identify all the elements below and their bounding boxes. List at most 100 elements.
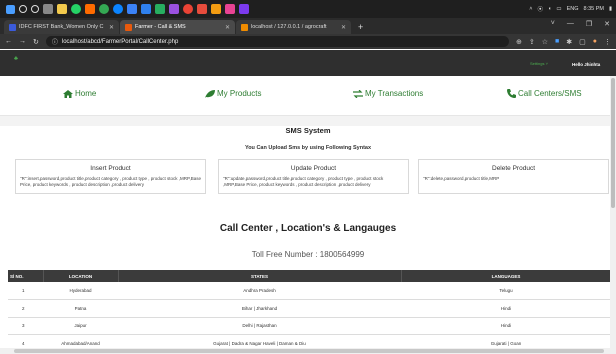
phone-icon xyxy=(507,89,516,98)
file-explorer-icon[interactable] xyxy=(57,4,67,14)
browser-tab[interactable]: IDFC FIRST Bank_Women Only C ✕ xyxy=(4,20,119,34)
app-icon[interactable] xyxy=(211,4,221,14)
cell-states: Andhra Pradesh xyxy=(118,282,401,300)
reload-icon[interactable]: ↻ xyxy=(33,38,39,46)
profile-avatar[interactable]: ● xyxy=(593,38,597,45)
browser-toolbar: ← → ↻ ⓘ localhost/abcd/FarmerPortal/Call… xyxy=(0,34,616,49)
table-row: 1 Hyderabad Andhra Pradesh Telugu xyxy=(8,282,611,300)
cell-sl-no: 2 xyxy=(8,299,43,318)
tab-favicon-icon xyxy=(241,23,248,31)
os-taskbar: ˄ ⦿ ◖ ▭ ENG 8:35 PM ▮ xyxy=(0,0,616,18)
extensions-puzzle-icon[interactable]: ✱ xyxy=(566,38,572,46)
site-info-icon[interactable]: ⓘ xyxy=(52,37,58,46)
exchange-icon xyxy=(353,89,363,98)
cell-location: Hyderabad xyxy=(43,282,118,300)
address-bar[interactable]: ⓘ localhost/abcd/FarmerPortal/CallCenter… xyxy=(45,36,509,47)
vscode-icon[interactable] xyxy=(141,4,151,14)
menu-my-transactions-label: My Transactions xyxy=(365,89,424,98)
insert-product-card: Insert Product "R":insert,password,produ… xyxy=(15,159,206,194)
column-header: STATES xyxy=(118,270,402,282)
table-row: 3 Jaipur Delhi | Rajasthan Hindi xyxy=(8,317,611,335)
app-icon[interactable] xyxy=(155,4,165,14)
chrome-icon[interactable] xyxy=(183,4,193,14)
leaf-logo-icon: ♣ xyxy=(14,56,18,62)
menu-home[interactable]: Home xyxy=(63,89,96,98)
forward-icon[interactable]: → xyxy=(19,38,26,45)
menu-kebab-icon[interactable]: ⋮ xyxy=(604,38,611,46)
call-center-title: Call Center , Location's & Langauges xyxy=(219,223,397,234)
task-view-icon[interactable] xyxy=(31,5,39,13)
tab-title: localhost / 127.0.0.1 / agrocraft xyxy=(251,24,327,30)
home-icon xyxy=(63,89,73,98)
browser-tab-active[interactable]: Farmer - Call & SMS ✕ xyxy=(120,20,235,34)
menu-call-centers-sms-label: Call Centers/SMS xyxy=(518,89,582,98)
bookmark-star-icon[interactable]: ☆ xyxy=(542,38,548,46)
windows-start-icon[interactable] xyxy=(6,4,15,14)
cell-states: Bihar | Jharkhand xyxy=(118,299,401,318)
menu-home-label: Home xyxy=(75,89,97,98)
cell-location: Patna xyxy=(43,299,118,318)
network-icon[interactable]: ⦿ xyxy=(538,5,544,13)
app-icon[interactable] xyxy=(85,4,95,14)
browser-tab[interactable]: localhost / 127.0.0.1 / agrocraft ✕ xyxy=(236,20,351,34)
tab-favicon-icon xyxy=(125,23,132,31)
tab-title: Farmer - Call & SMS xyxy=(135,24,186,30)
section-divider xyxy=(0,116,616,126)
clock[interactable]: 8:35 PM xyxy=(583,6,603,12)
mail-icon[interactable] xyxy=(127,4,137,14)
share-icon[interactable]: ⇪ xyxy=(529,38,535,46)
url-text[interactable]: localhost/abcd/FarmerPortal/CallCenter.p… xyxy=(62,39,178,45)
zoom-icon[interactable]: ⊕ xyxy=(516,38,522,46)
chevron-up-icon[interactable]: ˄ xyxy=(529,6,532,12)
card-title: Update Product xyxy=(290,165,337,172)
widgets-icon[interactable] xyxy=(43,4,53,14)
vertical-scrollbar-thumb[interactable] xyxy=(611,78,615,208)
close-tab-icon[interactable]: ✕ xyxy=(341,24,346,31)
app-header: ♣ Settings ˅ Hello Jhinhta xyxy=(0,50,616,76)
new-tab-button[interactable]: + xyxy=(352,22,369,34)
battery-icon[interactable]: ▭ xyxy=(556,6,561,12)
site-logo[interactable]: ♣ xyxy=(6,56,26,62)
user-greeting: Hello Jhinhta xyxy=(572,62,601,67)
cell-states: Delhi | Rajasthan xyxy=(118,317,401,335)
app-icon[interactable] xyxy=(113,4,123,14)
column-header: LOCATION xyxy=(43,270,119,282)
close-tab-icon[interactable]: ✕ xyxy=(109,24,114,31)
cell-languages: Hindi xyxy=(401,299,611,318)
minimize-icon[interactable]: — xyxy=(567,20,574,28)
card-title: Insert Product xyxy=(90,165,131,172)
notification-icon[interactable]: ▮ xyxy=(609,6,612,12)
search-icon[interactable] xyxy=(19,5,27,13)
table-header-row: Sl NO. LOCATION STATES LANGUAGES xyxy=(8,270,612,282)
extension-icon[interactable]: ■ xyxy=(555,38,559,45)
card-title: Delete Product xyxy=(492,165,535,172)
volume-icon[interactable]: ◖ xyxy=(548,6,551,12)
sms-section-subtitle: You Can Upload Sms by using Following Sy… xyxy=(244,145,372,151)
tab-title: IDFC FIRST Bank_Women Only C xyxy=(19,24,104,30)
card-syntax: "R":delete,password,product title,MRP xyxy=(423,176,500,181)
chrome-icon[interactable] xyxy=(99,4,109,14)
tab-search-icon[interactable]: ˅ xyxy=(551,20,555,28)
maximize-icon[interactable]: ❐ xyxy=(586,20,592,28)
whatsapp-icon[interactable] xyxy=(71,4,81,14)
settings-dropdown[interactable]: Settings ˅ xyxy=(530,61,548,66)
visual-studio-icon[interactable] xyxy=(239,4,249,14)
update-product-card: Update Product "R":update,password,produ… xyxy=(218,159,409,194)
sms-section-title: SMS System xyxy=(285,126,331,135)
app-icon[interactable] xyxy=(169,4,179,14)
app-icon[interactable] xyxy=(225,4,235,14)
horizontal-scrollbar-thumb[interactable] xyxy=(14,349,604,353)
cell-languages: Hindi xyxy=(401,317,611,335)
menu-call-centers-sms[interactable]: Call Centers/SMS xyxy=(507,89,582,98)
back-icon[interactable]: ← xyxy=(5,38,12,45)
side-panel-icon[interactable]: ▢ xyxy=(579,38,586,46)
menu-my-products[interactable]: My Products xyxy=(205,89,261,98)
browser-tab-strip: IDFC FIRST Bank_Women Only C ✕ Farmer - … xyxy=(0,18,616,34)
close-tab-icon[interactable]: ✕ xyxy=(225,24,230,31)
language-indicator[interactable]: ENG xyxy=(567,6,579,12)
close-window-icon[interactable]: ✕ xyxy=(604,20,610,28)
delete-product-card: Delete Product "R":delete,password,produ… xyxy=(418,159,609,194)
menu-my-transactions[interactable]: My Transactions xyxy=(353,89,423,98)
leaf-icon xyxy=(205,89,215,98)
app-icon[interactable] xyxy=(197,4,207,14)
